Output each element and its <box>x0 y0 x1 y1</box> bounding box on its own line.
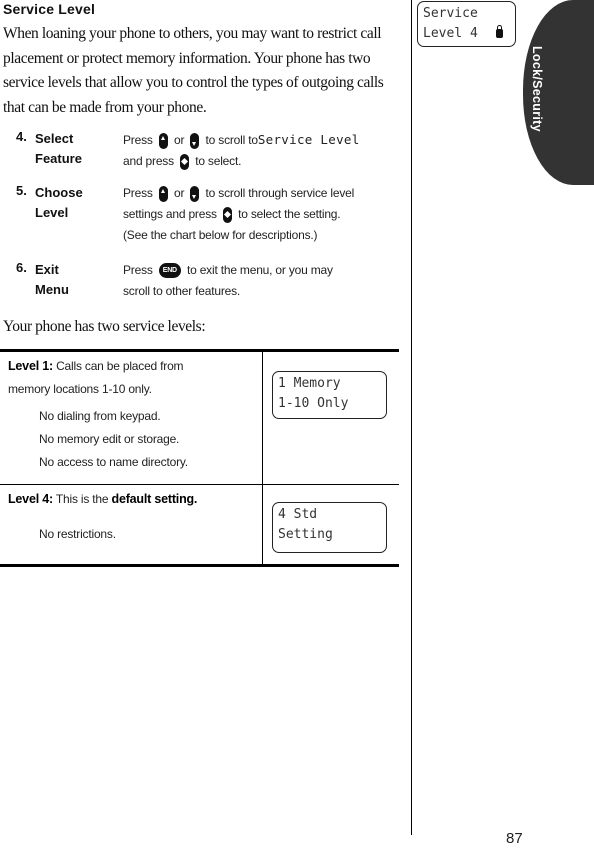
display-text: Service Level <box>257 132 360 147</box>
table-divider <box>0 484 399 485</box>
section-title: Service Level <box>3 1 96 17</box>
scroll-down-key-icon <box>190 185 200 202</box>
select-key-icon <box>222 206 232 223</box>
display-line2: Level 4 <box>423 26 478 41</box>
margin-divider <box>411 0 412 835</box>
step-text: Press END to exit the menu, or you may s… <box>123 260 413 302</box>
levels-intro: Your phone has two service levels: <box>3 318 206 335</box>
step-label-line1: Select <box>35 131 74 146</box>
text: settings and press <box>123 207 217 221</box>
text: (See the chart below for descriptions.) <box>123 228 318 242</box>
step-label: Choose Level <box>35 183 115 223</box>
text: to exit the menu, or you may <box>186 263 333 277</box>
step-number: 6. <box>16 260 27 275</box>
text: Press <box>123 133 153 147</box>
level-heading: Level 1: <box>8 359 53 373</box>
step-label-line1: Exit <box>35 262 59 277</box>
step-label-line2: Level <box>35 205 69 220</box>
text: to select the setting. <box>238 207 341 221</box>
scroll-up-key-icon <box>158 185 168 202</box>
level-1-description: Level 1: Calls can be placed from memory… <box>8 355 258 474</box>
level-1-display: 1 Memory 1-10 Only <box>272 371 387 419</box>
level-4-description: Level 4: This is the default setting. No… <box>8 488 258 546</box>
restriction-item: No access to name directory. <box>39 455 188 469</box>
step-text: Press or to scroll toService Level and p… <box>123 129 413 172</box>
page-number: 87 <box>506 830 523 847</box>
level-description: Calls can be placed from <box>56 359 184 373</box>
step-label-line2: Menu <box>35 282 69 297</box>
restriction-item: No restrictions. <box>39 527 116 541</box>
select-key-icon <box>180 153 190 170</box>
text: to select. <box>195 154 242 168</box>
restriction-item: No memory edit or storage. <box>39 432 180 446</box>
text: or <box>173 186 185 200</box>
level-description: This is the <box>55 492 109 506</box>
step-choose-level: 5. Choose Level Press or to scroll throu… <box>16 183 411 248</box>
end-key-icon: END <box>158 263 181 279</box>
scroll-up-key-icon <box>158 132 168 149</box>
step-select-feature: 4. Select Feature Press or to scroll toS… <box>16 129 411 174</box>
text: to scroll to <box>205 133 258 147</box>
step-label-line2: Feature <box>35 151 82 166</box>
sidebar-display: Service Level 4 <box>417 1 516 47</box>
text: Press <box>123 263 153 277</box>
level-heading: Level 4: <box>8 492 53 506</box>
section-tab-label: Lock/Security <box>528 46 548 166</box>
intro-paragraph: When loaning your phone to others, you m… <box>3 25 384 116</box>
step-exit-menu: 6. Exit Menu Press END to exit the menu,… <box>16 260 411 305</box>
step-label: Select Feature <box>35 129 115 169</box>
display-line1: Service <box>423 6 478 21</box>
service-levels-table: Level 1: Calls can be placed from memory… <box>0 349 399 567</box>
level-description: memory locations 1-10 only. <box>8 382 152 396</box>
text: scroll to other features. <box>123 284 241 298</box>
step-number: 4. <box>16 129 27 144</box>
table-divider <box>262 352 263 564</box>
level-4-display: 4 Std Setting <box>272 502 387 553</box>
lock-icon <box>495 25 503 38</box>
step-number: 5. <box>16 183 27 198</box>
step-label-line1: Choose <box>35 185 83 200</box>
tab-label-text: Lock/Security <box>530 46 544 132</box>
default-setting-label: default setting. <box>111 492 198 506</box>
text: and press <box>123 154 174 168</box>
step-text: Press or to scroll through service level… <box>123 183 413 246</box>
scroll-down-key-icon <box>190 132 200 149</box>
text: Press <box>123 186 153 200</box>
restriction-item: No dialing from keypad. <box>39 409 161 423</box>
text: to scroll through service level <box>205 186 355 200</box>
step-label: Exit Menu <box>35 260 115 300</box>
text: or <box>173 133 185 147</box>
